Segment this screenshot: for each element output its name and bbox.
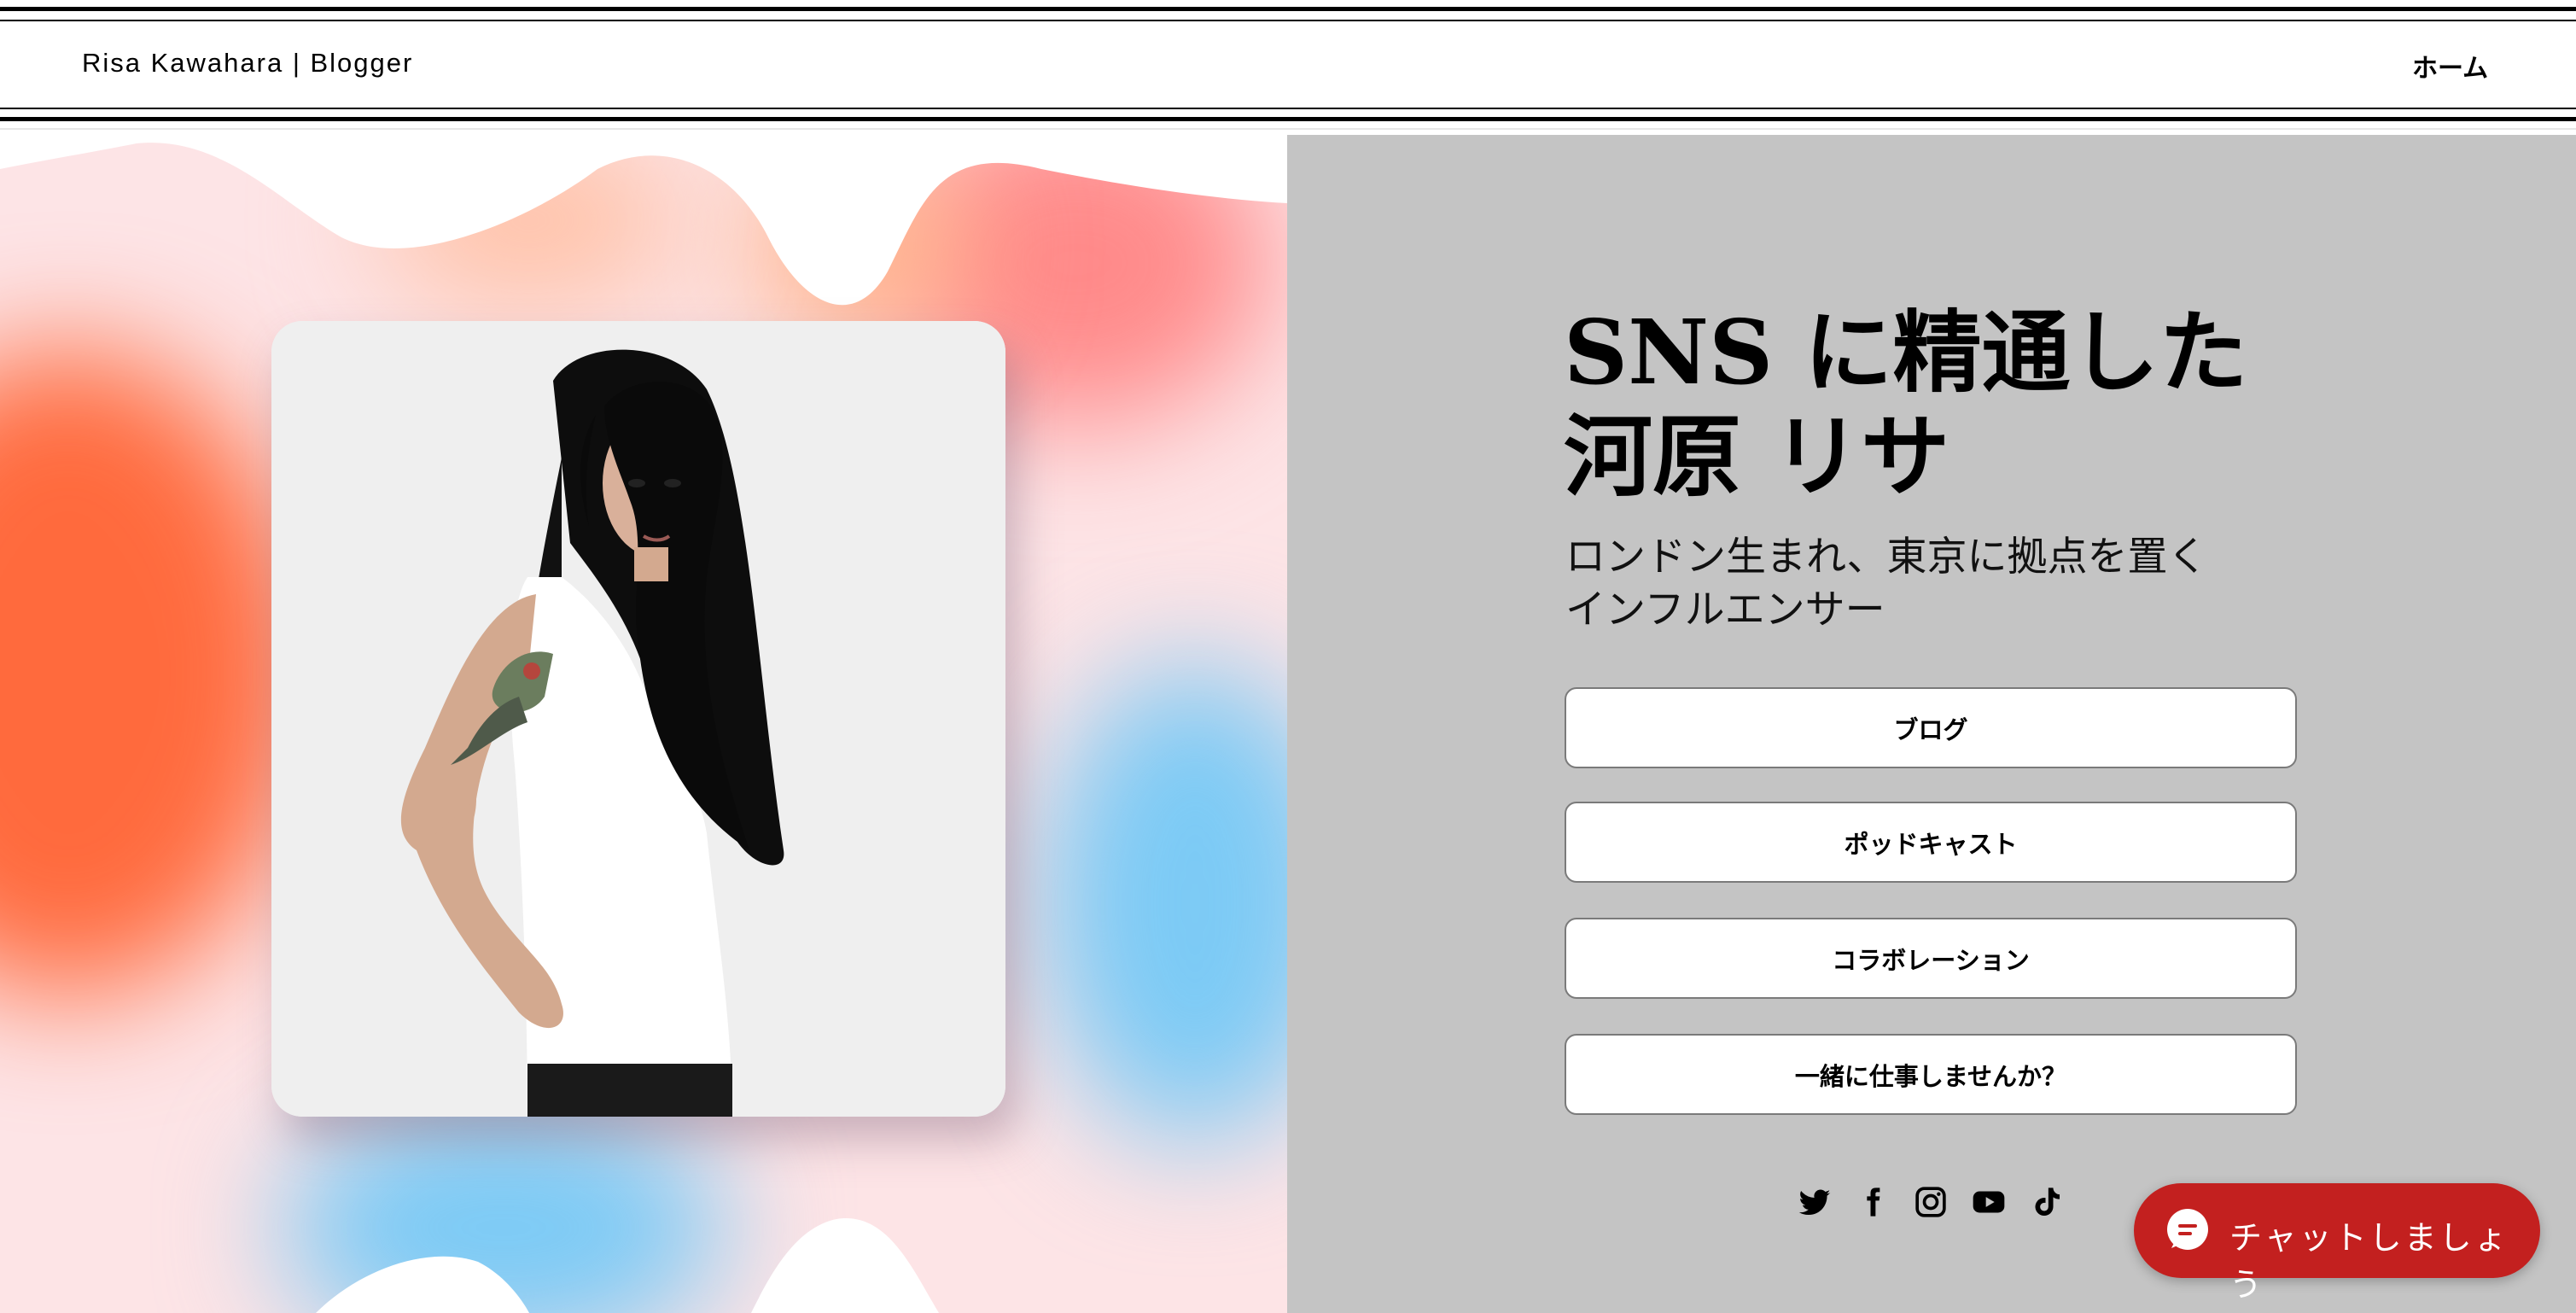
blog-button[interactable]: ブログ xyxy=(1565,687,2297,768)
hero-title-line2: 河原 リサ xyxy=(1564,404,1950,509)
hero-title: SNS に精通した 河原 リサ xyxy=(1564,301,2332,509)
gradient-blob-orange xyxy=(0,348,307,997)
youtube-icon[interactable] xyxy=(1972,1185,2006,1219)
chat-label: チャットしましょう xyxy=(2229,1219,2509,1304)
hero-subtitle: ロンドン生まれ、東京に拠点を置く インフルエンサー xyxy=(1565,531,2334,637)
hero-subtitle-line2: インフルエンサー xyxy=(1565,586,1885,633)
site-brand[interactable]: Risa Kawahara | Blogger xyxy=(82,48,413,79)
header-top-rule-thick xyxy=(0,7,2576,11)
collaboration-button[interactable]: コラボレーション xyxy=(1565,918,2297,999)
header-bottom-rule-thin xyxy=(0,108,2576,109)
podcast-button[interactable]: ポッドキャスト xyxy=(1565,802,2297,883)
facebook-icon[interactable] xyxy=(1856,1185,1890,1219)
hero-title-line1: SNS に精通した xyxy=(1564,300,2248,405)
chat-bubble-icon xyxy=(2167,1209,2208,1250)
bottom-wave-shape xyxy=(316,1218,939,1313)
tiktok-icon[interactable] xyxy=(2030,1185,2064,1219)
portrait-photo xyxy=(271,321,1005,1117)
twitter-icon[interactable] xyxy=(1798,1185,1832,1219)
hero-subtitle-line1: ロンドン生まれ、東京に拠点を置く xyxy=(1565,534,2208,581)
work-with-me-button[interactable]: 一緒に仕事しませんか？ xyxy=(1565,1034,2297,1115)
portrait-illustration xyxy=(271,321,1005,1117)
site-header: Risa Kawahara | Blogger ホーム xyxy=(0,0,2576,135)
gradient-blob-blue-right xyxy=(1041,664,1287,1142)
header-shadow-line xyxy=(0,128,2576,130)
hero-art-panel xyxy=(0,135,1287,1313)
chat-button[interactable]: チャットしましょう xyxy=(2134,1183,2540,1304)
header-bottom-rule-thick xyxy=(0,117,2576,121)
instagram-icon[interactable] xyxy=(1914,1185,1948,1219)
top-wave-shape xyxy=(0,135,1287,306)
nav-item-home[interactable]: ホーム xyxy=(2412,47,2488,85)
header-top-rule-thin xyxy=(0,20,2576,21)
